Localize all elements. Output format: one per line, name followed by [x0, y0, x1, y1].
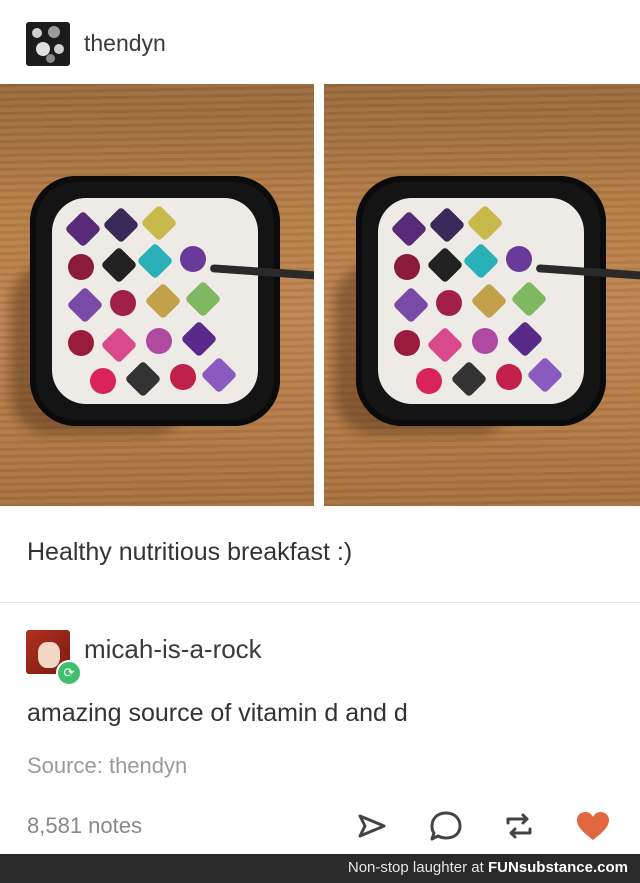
cereal-bowl-image: [356, 176, 640, 426]
watermark-text: Non-stop laughter at FUNsubstance.com: [348, 859, 628, 876]
source-name[interactable]: thendyn: [109, 753, 187, 778]
notes-count[interactable]: 8,581 notes: [27, 813, 142, 839]
reblog-username[interactable]: micah-is-a-rock: [84, 634, 262, 665]
post-caption: Healthy nutritious breakfast :): [27, 538, 353, 566]
share-icon[interactable]: [352, 806, 392, 846]
reply-icon[interactable]: [426, 806, 466, 846]
reblog-comment: amazing source of vitamin d and d: [27, 699, 408, 727]
source-label: Source:: [27, 753, 103, 778]
photo-left[interactable]: [0, 84, 314, 506]
reblog-icon[interactable]: [499, 806, 539, 846]
post-username[interactable]: thendyn: [84, 30, 166, 57]
watermark-bar: Non-stop laughter at FUNsubstance.com: [0, 854, 640, 883]
heart-icon[interactable]: [573, 806, 613, 846]
watermark-prefix: Non-stop laughter at: [347, 859, 484, 876]
cereal-bowl-image: [30, 176, 314, 426]
source-line[interactable]: Source: thendyn: [27, 753, 187, 779]
watermark-brand: FUNsubstance.com: [487, 859, 628, 876]
reblog-badge-icon: ⟳: [56, 660, 82, 686]
photo-right[interactable]: [324, 84, 640, 506]
avatar[interactable]: [26, 22, 70, 66]
photoset: [0, 84, 640, 506]
post-header: thendyn: [0, 0, 640, 84]
reblog-header: ⟳ micah-is-a-rock: [0, 602, 640, 686]
